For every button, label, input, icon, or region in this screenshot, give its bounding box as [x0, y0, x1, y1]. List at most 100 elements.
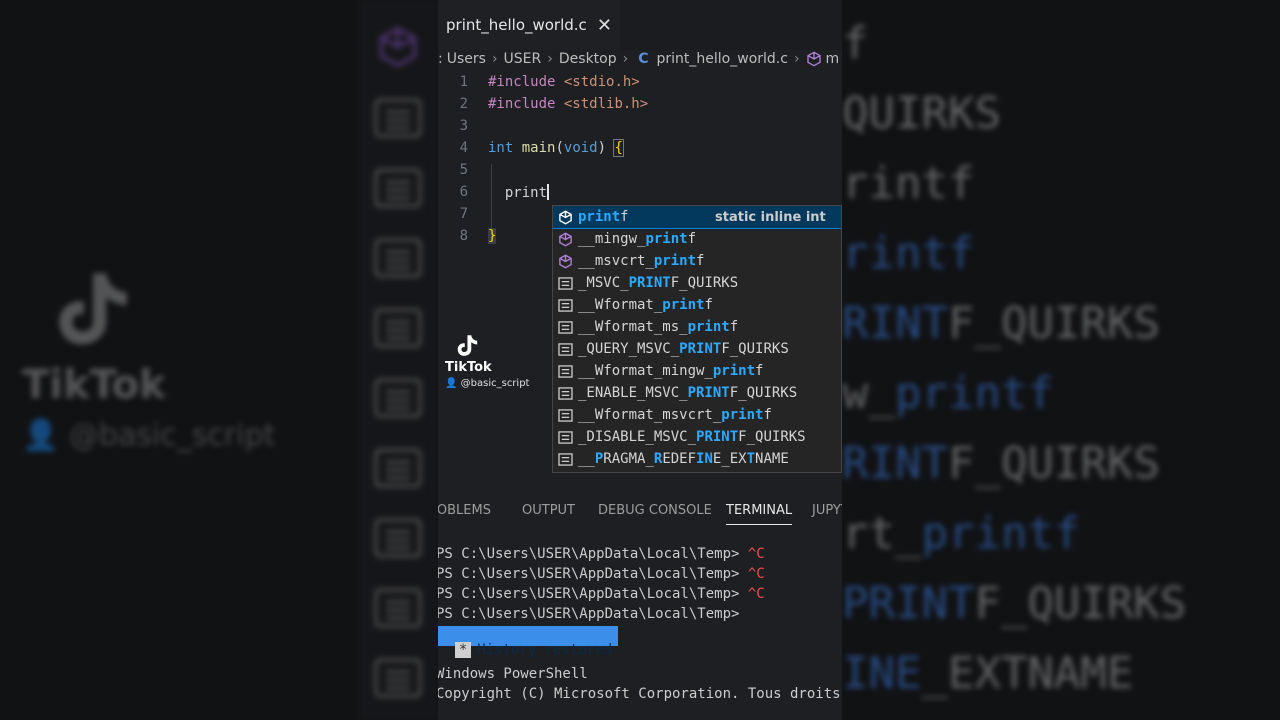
blurred-tiktok-user: 👤 @basic_script	[22, 418, 276, 453]
suggestion-item[interactable]: printf static inline int	[553, 206, 841, 229]
macro-icon	[557, 298, 573, 312]
blurred-code-line: RINTF_QUIRKS	[842, 298, 1160, 349]
panel-tab-jupyter[interactable]: JUPYTER	[812, 503, 842, 518]
line-number: 8	[459, 228, 468, 244]
blurred-code-line: INE_EXTNAME	[842, 648, 1134, 699]
open-brace: {	[613, 139, 624, 157]
text-cursor	[547, 184, 550, 200]
blurred-background-left: TikTok 👤 @basic_script	[0, 0, 438, 720]
panel-tab-problems[interactable]: PROBLEMS	[438, 503, 491, 518]
panel-tab-terminal[interactable]: TERMINAL	[726, 503, 793, 525]
history-restored-text: History restored	[477, 642, 613, 658]
line-number: 7	[459, 206, 468, 222]
line-number: 2	[459, 96, 468, 112]
suggestion-label: __Wformat_mingw_printf	[578, 363, 764, 379]
suggestion-label: printf	[578, 209, 629, 225]
line-number: 3	[459, 118, 468, 134]
macro-icon	[557, 342, 573, 356]
type-keyword: int	[488, 140, 514, 156]
line-number: 5	[459, 162, 468, 178]
suggestion-detail: static inline int	[715, 209, 826, 225]
suggestion-item[interactable]: __mingw_printf	[553, 228, 841, 250]
param-keyword: void	[563, 140, 598, 156]
list-icon	[374, 238, 422, 278]
breadcrumb: : Users › USER › Desktop › C print_hello…	[438, 48, 842, 70]
panel-tabs: PROBLEMS OUTPUT DEBUG CONSOLE TERMINAL JUPYT…	[438, 496, 842, 526]
close-icon[interactable]: ✕	[597, 15, 612, 36]
panel-tab-debug-console[interactable]: DEBUG CONSOLE	[598, 503, 712, 518]
suggestion-label: _MSVC_PRINTF_QUIRKS	[578, 275, 739, 291]
editor-tab[interactable]: print_hello_world.c ✕	[438, 0, 620, 50]
suggestion-label: __Wformat_msvcrt_printf	[578, 407, 772, 423]
suggestion-label: __mingw_printf	[578, 231, 697, 247]
line-number: 1	[459, 74, 468, 90]
list-icon	[374, 518, 422, 558]
breadcrumb-symbol[interactable]: m	[826, 51, 840, 67]
list-icon	[374, 658, 422, 698]
suggestion-item[interactable]: _ENABLE_MSVC_PRINTF_QUIRKS	[553, 382, 841, 404]
include-directive: #include	[488, 96, 556, 112]
macro-icon	[557, 320, 573, 334]
include-header: <stdio.h>	[563, 74, 640, 90]
user-icon: 👤	[22, 418, 60, 453]
list-icon	[374, 168, 422, 208]
tab-filename: print_hello_world.c	[446, 16, 587, 34]
suggestion-item[interactable]: __msvcrt_printf	[553, 250, 841, 272]
breadcrumb-item[interactable]: USER	[504, 51, 542, 67]
suggestion-item[interactable]: __Wformat_msvcrt_printf	[553, 404, 841, 426]
close-brace: }	[488, 228, 497, 244]
macro-icon	[557, 276, 573, 290]
breadcrumb-item[interactable]: :	[438, 51, 443, 67]
list-icon	[374, 308, 422, 348]
blurred-code-line: rintf	[842, 228, 975, 279]
breadcrumb-item[interactable]: Desktop	[559, 51, 617, 67]
suggestion-item[interactable]: _DISABLE_MSVC_PRINTF_QUIRKS	[553, 426, 841, 448]
blurred-tiktok-brand: TikTok	[22, 362, 166, 408]
breadcrumb-item[interactable]: Users	[447, 51, 486, 67]
blurred-activity-bar	[360, 0, 438, 720]
suggestion-item[interactable]: __Wformat_ms_printf	[553, 316, 841, 338]
suggestion-label: _DISABLE_MSVC_PRINTF_QUIRKS	[578, 429, 806, 445]
include-directive: #include	[488, 74, 556, 90]
suggestion-label: __Wformat_printf	[578, 297, 713, 313]
macro-icon	[557, 364, 573, 378]
method-cube-icon	[558, 231, 572, 247]
suggestion-item[interactable]: __Wformat_mingw_printf	[553, 360, 841, 382]
chevron-right-icon: ›	[491, 51, 498, 67]
terminal-line: PS C:\Users\USER\AppData\Local\Temp> ^C	[438, 546, 765, 562]
code-line[interactable]: }	[488, 228, 497, 244]
blurred-code-line: w_printf	[842, 368, 1054, 419]
suggestion-item[interactable]: _QUERY_MSVC_PRINTF_QUIRKS	[553, 338, 841, 360]
suggestion-item[interactable]: __PRAGMA_REDEFINE_EXTNAME	[553, 448, 841, 470]
method-cube-icon	[558, 253, 572, 269]
terminal-line: PS C:\Users\USER\AppData\Local\Temp>	[438, 606, 748, 622]
blurred-code-line: rt_printf	[842, 508, 1081, 559]
macro-icon	[557, 452, 573, 466]
suggestion-item[interactable]: _MSVC_PRINTF_QUIRKS	[553, 272, 841, 294]
line-number: 4	[459, 140, 468, 156]
suggestion-label: _QUERY_MSVC_PRINTF_QUIRKS	[578, 341, 789, 357]
code-line[interactable]: int main(void) {	[488, 139, 624, 157]
code-line[interactable]: #include <stdlib.h>	[488, 96, 648, 112]
blurred-code-line: rintf	[842, 158, 975, 209]
include-header: <stdlib.h>	[563, 96, 649, 112]
code-line[interactable]: print	[488, 184, 550, 201]
blurred-code-line: QUIRKS	[842, 88, 1001, 139]
macro-icon	[557, 408, 573, 422]
tiktok-user: 👤 @basic_script	[445, 378, 530, 389]
history-restored-banner: * History restored	[438, 626, 619, 658]
suggestion-item[interactable]: __Wformat_printf	[553, 294, 841, 316]
c-file-icon: C	[638, 51, 649, 67]
terminal-line: PS C:\Users\USER\AppData\Local\Temp> ^C	[438, 586, 765, 602]
tiktok-brand: TikTok	[445, 360, 492, 375]
cube-icon	[379, 26, 417, 68]
breadcrumb-file[interactable]: print_hello_world.c	[657, 51, 788, 67]
terminal-shell-name: Windows PowerShell	[438, 666, 588, 682]
code-line[interactable]: #include <stdio.h>	[488, 74, 640, 90]
suggestion-label: _ENABLE_MSVC_PRINTF_QUIRKS	[578, 385, 798, 401]
suggestion-widget[interactable]: printf static inline int __mingw_printf __m…	[552, 205, 842, 473]
typed-text: print	[504, 185, 548, 201]
macro-icon	[557, 430, 573, 444]
panel-tab-output[interactable]: OUTPUT	[522, 503, 575, 518]
macro-icon	[557, 386, 573, 400]
